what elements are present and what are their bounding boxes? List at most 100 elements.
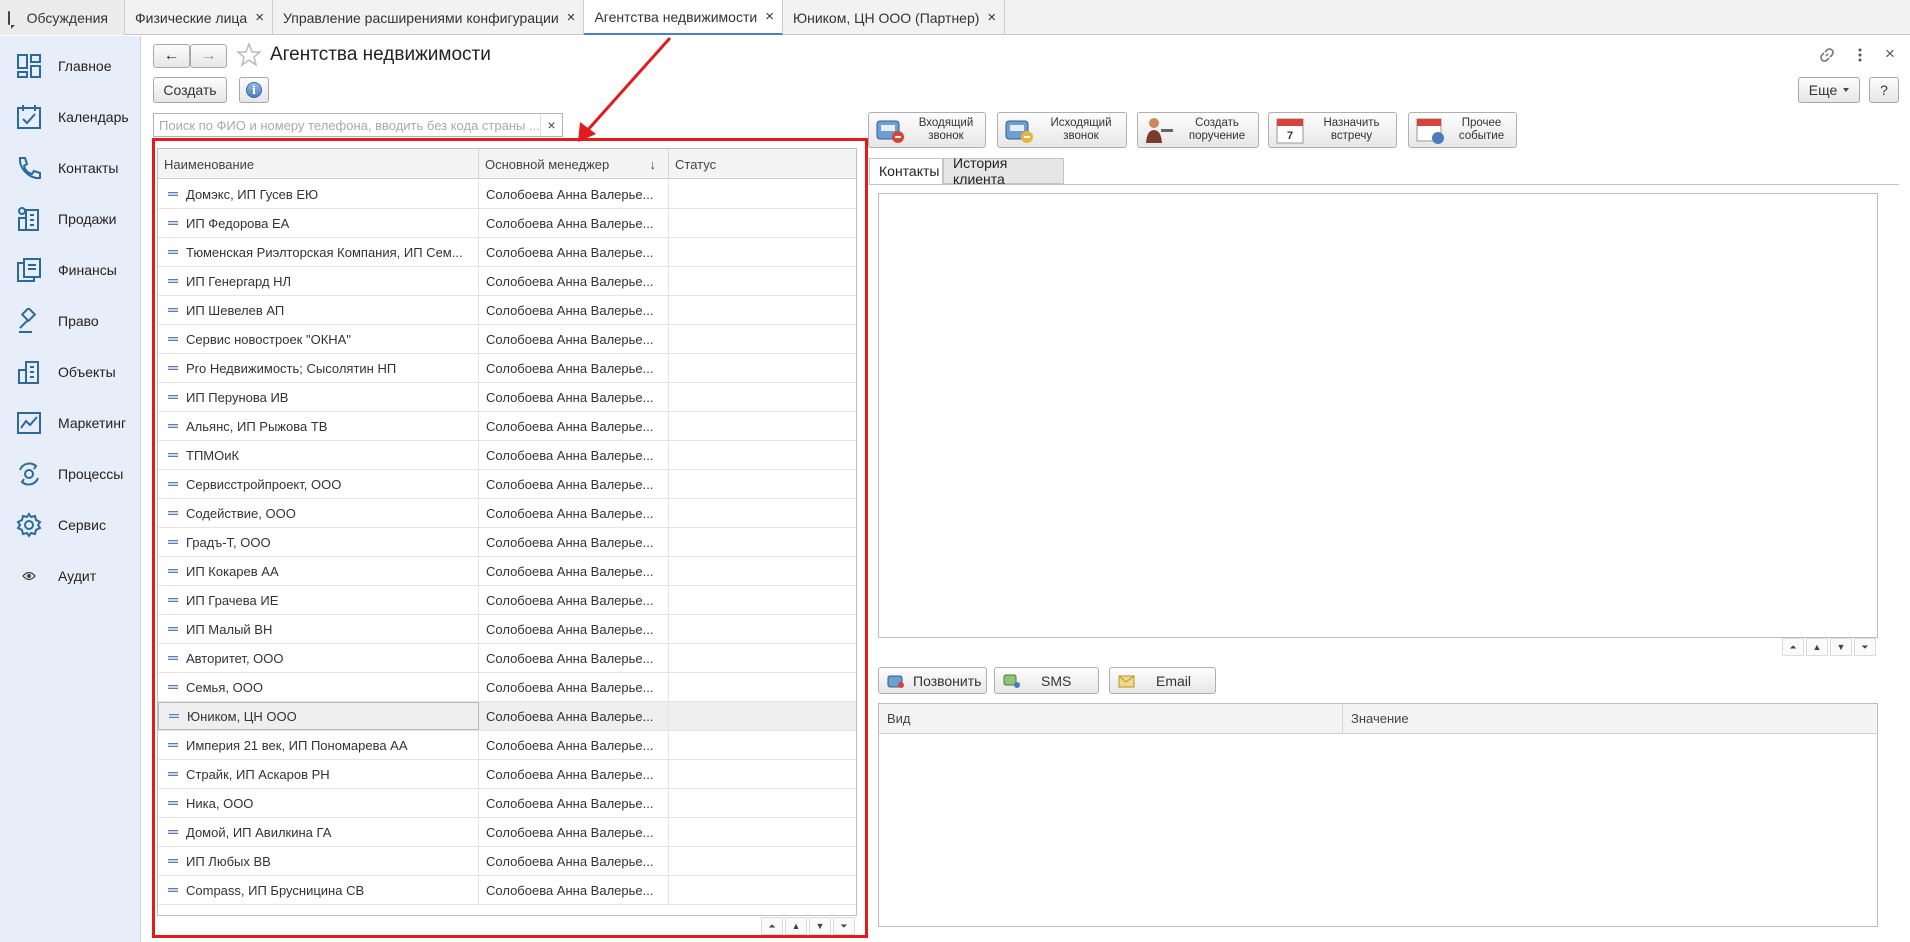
table-row[interactable]: Содействие, ООО Солобоева Анна Валерье... [158, 499, 856, 528]
tab-discussions[interactable]: Обсуждения [0, 0, 125, 35]
info-button[interactable]: i [239, 77, 269, 103]
table-row[interactable]: ИП Грачева ИЕ Солобоева Анна Валерье... [158, 586, 856, 615]
sidebar-item-finance[interactable]: Финансы [0, 248, 141, 292]
action-label-line1: Создать [1195, 117, 1239, 129]
more-button[interactable]: Еще [1798, 77, 1860, 103]
table-row[interactable]: Юником, ЦН ООО Солобоева Анна Валерье... [158, 702, 856, 731]
table-row[interactable]: Сервисстройпроект, ООО Солобоева Анна Вал… [158, 470, 856, 499]
table-row[interactable]: ИП Перунова ИВ Солобоева Анна Валерье... [158, 383, 856, 412]
table-row[interactable]: Домой, ИП Авилкина ГА Солобоева Анна Вале… [158, 818, 856, 847]
close-icon[interactable]: × [765, 8, 774, 25]
link-icon[interactable] [1818, 46, 1838, 64]
tab-contacts[interactable]: Контакты [869, 158, 943, 184]
arrow-left-icon: ← [163, 47, 180, 64]
scroll-down-icon[interactable]: ▼ [1830, 638, 1852, 656]
sidebar-item-audit[interactable]: Аудит [0, 554, 141, 598]
tab-agencies[interactable]: Агентства недвижимости × [584, 0, 783, 35]
table-row[interactable]: ТПМОиК Солобоева Анна Валерье... [158, 441, 856, 470]
other-event-button[interactable]: Прочее событие [1408, 112, 1517, 148]
list-scroll-buttons: ⏶ ▲ ▼ ⏷ [759, 917, 855, 935]
create-task-button[interactable]: Создать поручение [1137, 112, 1259, 148]
favorite-star-icon[interactable] [235, 41, 263, 68]
search-input[interactable] [154, 115, 540, 135]
back-button[interactable]: ← [153, 44, 190, 68]
more-options-icon[interactable] [1852, 46, 1868, 64]
sidebar-item-marketing[interactable]: Маркетинг [0, 401, 141, 445]
tab-extensions[interactable]: Управление расширениями конфигурации × [273, 0, 585, 35]
cell-name-text: ИП Грачева ИЕ [186, 592, 279, 608]
scroll-top-icon[interactable]: ⏶ [1782, 638, 1804, 656]
tab-individuals[interactable]: Физические лица × [125, 0, 273, 35]
sidebar-item-sales[interactable]: Продажи [0, 197, 141, 241]
cell-name-text: Домэкс, ИП Гусев ЕЮ [186, 186, 319, 202]
action-label-line1: Исходящий [1050, 117, 1112, 129]
sidebar-item-service[interactable]: Сервис [0, 503, 141, 547]
cell-status [669, 847, 856, 875]
cell-manager: Солобоева Анна Валерье... [479, 383, 669, 411]
table-row[interactable]: Империя 21 век, ИП Пономарева АА Солобоев… [158, 731, 856, 760]
column-header-type[interactable]: Вид [879, 704, 1343, 733]
tab-client-history[interactable]: История клиента [943, 155, 1064, 187]
table-row[interactable]: ИП Любых ВВ Солобоева Анна Валерье... [158, 847, 856, 876]
cell-manager: Солобоева Анна Валерье... [479, 702, 669, 730]
column-header-name[interactable]: Наименование [158, 149, 479, 179]
table-row[interactable]: Альянс, ИП Рыжова ТВ Солобоева Анна Валер… [158, 412, 856, 441]
sales-icon [15, 205, 43, 233]
sidebar-item-main[interactable]: Главное [0, 44, 141, 88]
clear-icon[interactable]: × [540, 114, 562, 136]
schedule-meeting-button[interactable]: 7 Назначить встречу [1268, 112, 1397, 148]
item-icon [168, 598, 178, 602]
table-row[interactable]: Домэкс, ИП Гусев ЕЮ Солобоева Анна Валерь… [158, 180, 856, 209]
cell-manager: Солобоева Анна Валерье... [479, 673, 669, 701]
scroll-up-icon[interactable]: ▲ [785, 917, 807, 935]
table-row[interactable]: Семья, ООО Солобоева Анна Валерье... [158, 673, 856, 702]
table-row[interactable]: ИП Кокарев АА Солобоева Анна Валерье... [158, 557, 856, 586]
table-row[interactable]: Страйк, ИП Аскаров РН Солобоева Анна Вале… [158, 760, 856, 789]
cell-name-text: ИП Генергард НЛ [186, 273, 292, 289]
column-header-manager[interactable]: Основной менеджер ↓ [479, 149, 669, 179]
create-button[interactable]: Создать [153, 77, 227, 103]
help-button[interactable]: ? [1869, 77, 1899, 103]
scroll-down-icon[interactable]: ▼ [809, 917, 831, 935]
sidebar-item-objects[interactable]: Объекты [0, 350, 141, 394]
close-icon[interactable]: × [987, 9, 996, 26]
tab-unicom[interactable]: Юником, ЦН ООО (Партнер) × [783, 0, 1006, 35]
table-row[interactable]: ИП Шевелев АП Солобоева Анна Валерье... [158, 296, 856, 325]
table-row[interactable]: Градъ-Т, ООО Солобоева Анна Валерье... [158, 528, 856, 557]
table-row[interactable]: Pro Недвижимость; Сысолятин НП Солобоева … [158, 354, 856, 383]
cell-name: ИП Шевелев АП [158, 296, 479, 324]
cell-status [669, 238, 856, 266]
sidebar-item-processes[interactable]: Процессы [0, 452, 141, 496]
sms-button[interactable]: SMS [994, 667, 1099, 694]
table-row[interactable]: ИП Федорова ЕА Солобоева Анна Валерье... [158, 209, 856, 238]
table-row[interactable]: ИП Малый ВН Солобоева Анна Валерье... [158, 615, 856, 644]
scroll-bottom-icon[interactable]: ⏷ [833, 917, 855, 935]
table-row[interactable]: Compass, ИП Брусницина СВ Солобоева Анна … [158, 876, 856, 905]
table-row[interactable]: Ника, ООО Солобоева Анна Валерье... [158, 789, 856, 818]
phone-icon [15, 154, 43, 182]
call-button[interactable]: Позвонить [878, 667, 987, 694]
cell-name: Домой, ИП Авилкина ГА [158, 818, 479, 846]
incoming-call-button[interactable]: Входящий звонок [868, 112, 986, 148]
sidebar-item-law[interactable]: Право [0, 299, 141, 343]
close-form-icon[interactable]: × [1881, 44, 1899, 64]
cell-status [669, 180, 856, 208]
column-header-status[interactable]: Статус [669, 149, 856, 179]
sidebar-item-contacts[interactable]: Контакты [0, 146, 141, 190]
scroll-up-icon[interactable]: ▲ [1806, 638, 1828, 656]
table-row[interactable]: ИП Генергард НЛ Солобоева Анна Валерье... [158, 267, 856, 296]
close-icon[interactable]: × [255, 9, 264, 26]
column-header-value[interactable]: Значение [1343, 704, 1877, 733]
item-icon [168, 656, 178, 660]
outgoing-call-button[interactable]: Исходящий звонок [997, 112, 1127, 148]
table-row[interactable]: Тюменская Риэлторская Компания, ИП Сем..… [158, 238, 856, 267]
forward-button[interactable]: → [190, 44, 227, 68]
cell-name: Pro Недвижимость; Сысолятин НП [158, 354, 479, 382]
table-row[interactable]: Авторитет, ООО Солобоева Анна Валерье... [158, 644, 856, 673]
scroll-bottom-icon[interactable]: ⏷ [1854, 638, 1876, 656]
close-icon[interactable]: × [567, 9, 576, 26]
email-button[interactable]: Email [1109, 667, 1216, 694]
scroll-top-icon[interactable]: ⏶ [761, 917, 783, 935]
table-row[interactable]: Сервис новостроек "ОКНА" Солобоева Анна В… [158, 325, 856, 354]
sidebar-item-calendar[interactable]: Календарь [0, 95, 141, 139]
